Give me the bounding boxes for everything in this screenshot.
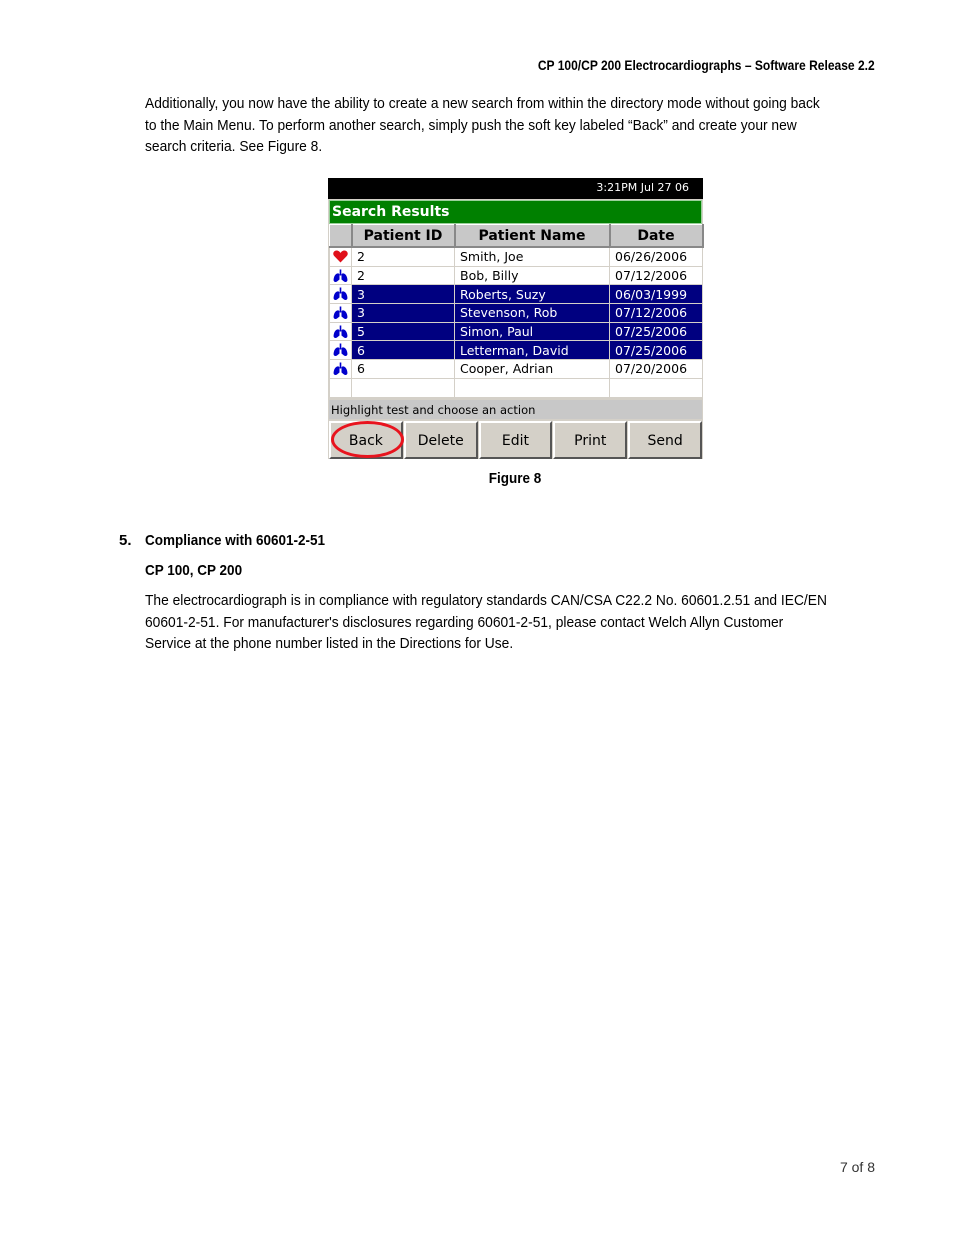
status-bar: 3:21PM Jul 27 06 [328, 178, 703, 199]
delete-softkey[interactable]: Delete [403, 421, 478, 459]
lungs-icon [329, 303, 352, 323]
heart-icon [329, 246, 352, 267]
print-softkey[interactable]: Print [553, 421, 628, 459]
intro-paragraph: Additionally, you now have the ability t… [145, 95, 820, 155]
patient-name-cell: Smith, Joe [454, 246, 610, 267]
back-softkey[interactable]: Back [329, 421, 403, 459]
section-subtitle: CP 100, CP 200 [145, 562, 243, 579]
patient-id-cell: 5 [351, 321, 455, 342]
patient-id-cell: 6 [351, 340, 455, 361]
lungs-icon [329, 321, 352, 342]
compliance-paragraph: The electrocardiograph is in compliance … [145, 592, 827, 652]
date-cell: 07/20/2006 [609, 359, 703, 379]
table-row[interactable]: 5 Simon, Paul 07/25/2006 [329, 321, 703, 342]
table-row[interactable]: 6 Letterman, David 07/25/2006 [329, 340, 703, 361]
patient-id-cell: 2 [351, 265, 455, 286]
empty-cell [351, 377, 455, 398]
icon-column-header [329, 224, 353, 248]
status-time: 3:21PM Jul 27 06 [596, 181, 689, 194]
search-results-title: Search Results [332, 204, 450, 220]
patient-id-cell: 6 [351, 359, 455, 379]
patient-name-cell: Simon, Paul [454, 321, 610, 342]
empty-row [329, 377, 703, 398]
patient-name-cell: Stevenson, Rob [454, 303, 610, 323]
table-row[interactable]: 2 Bob, Billy 07/12/2006 [329, 265, 703, 286]
column-header-date[interactable]: Date [609, 224, 704, 248]
patient-id-cell: 3 [351, 303, 455, 323]
lungs-icon [329, 340, 352, 361]
date-cell: 07/25/2006 [609, 321, 703, 342]
patient-id-cell: 2 [351, 246, 455, 267]
hint-text: Highlight test and choose an action [331, 403, 536, 417]
send-softkey[interactable]: Send [628, 421, 702, 459]
page-number: 7 of 8 [839, 1159, 875, 1175]
table-row[interactable]: 6 Cooper, Adrian 07/20/2006 [329, 359, 703, 379]
device-screen: 3:21PM Jul 27 06 Search Results Patient … [328, 178, 704, 459]
patient-id-cell: 3 [351, 284, 455, 305]
column-header-patient-id[interactable]: Patient ID [351, 224, 456, 248]
search-results-title-bar: Search Results [329, 200, 702, 224]
patient-name-cell: Cooper, Adrian [454, 359, 610, 379]
patient-name-cell: Bob, Billy [454, 265, 610, 286]
date-cell: 07/25/2006 [609, 340, 703, 361]
date-cell: 06/03/1999 [609, 284, 703, 305]
figure-caption: Figure 8 [488, 470, 542, 487]
table-row[interactable]: 3 Roberts, Suzy 06/03/1999 [329, 284, 703, 305]
edit-softkey[interactable]: Edit [478, 421, 553, 459]
table-row[interactable]: 2 Smith, Joe 06/26/2006 [329, 246, 703, 267]
softkey-bar: Back Delete Edit Print Send [329, 421, 702, 459]
patient-name-cell: Roberts, Suzy [454, 284, 610, 305]
empty-cell [454, 377, 610, 398]
section-title: Compliance with 60601-2-51 [145, 532, 326, 549]
document-header: CP 100/CP 200 Electrocardiographs – Soft… [538, 57, 875, 73]
lungs-icon [329, 284, 352, 305]
patient-name-cell: Letterman, David [454, 340, 610, 361]
date-cell: 07/12/2006 [609, 265, 703, 286]
date-cell: 06/26/2006 [609, 246, 703, 267]
date-cell: 07/12/2006 [609, 303, 703, 323]
empty-cell [329, 377, 352, 398]
hint-bar: Highlight test and choose an action [329, 400, 702, 419]
results-table: Patient ID Patient Name Date 2 Smith, Joe… [329, 224, 704, 398]
table-row[interactable]: 3 Stevenson, Rob 07/12/2006 [329, 303, 703, 323]
lungs-icon [329, 359, 352, 379]
table-header-row: Patient ID Patient Name Date [329, 224, 704, 248]
section-number: 5. [119, 532, 132, 549]
column-header-patient-name[interactable]: Patient Name [454, 224, 611, 248]
lungs-icon [329, 265, 352, 286]
empty-cell [609, 377, 703, 398]
